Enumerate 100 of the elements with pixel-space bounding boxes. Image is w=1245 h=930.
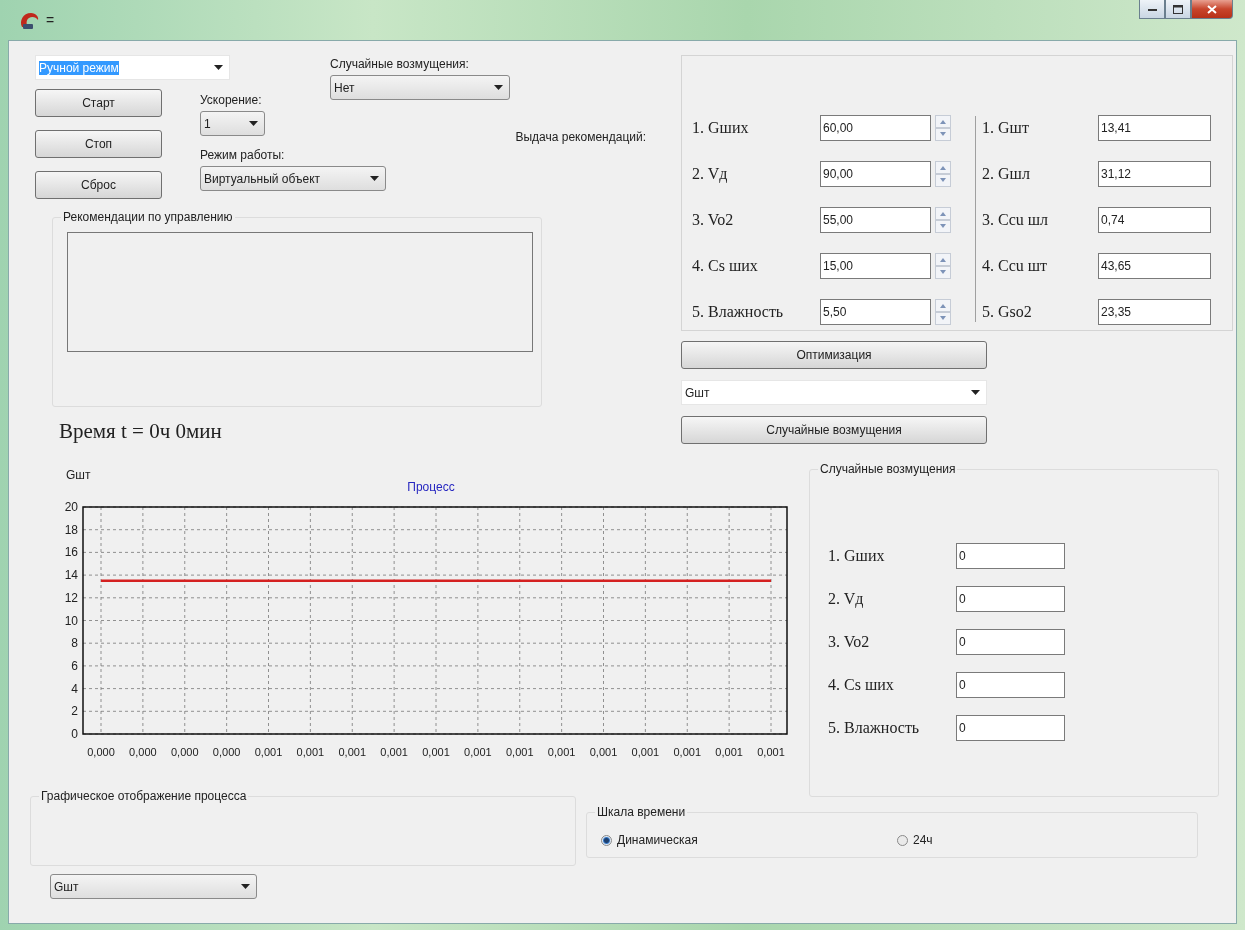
y-tick-label: 16 bbox=[64, 545, 78, 560]
spin-buttons[interactable] bbox=[935, 298, 951, 325]
field-label: 4. Ccu шт bbox=[982, 256, 1049, 275]
radio-label: Динамическая bbox=[617, 833, 698, 847]
dropdown[interactable]: Gшт bbox=[681, 380, 987, 405]
output-field[interactable]: 43,65 bbox=[1098, 252, 1211, 279]
field-label: 5. Влажность bbox=[828, 718, 921, 737]
radio-option[interactable]: 24ч bbox=[897, 833, 1193, 847]
dropdown[interactable]: Виртуальный объект bbox=[200, 166, 386, 191]
y-tick-label: 20 bbox=[64, 500, 78, 514]
field-label: Режим работы: bbox=[200, 148, 286, 162]
dropdown[interactable]: Нет bbox=[330, 75, 510, 100]
x-tick-label: 0,001 bbox=[296, 746, 325, 758]
number-field[interactable]: 0 bbox=[956, 585, 1065, 612]
chart-title: Процесс bbox=[407, 480, 455, 494]
group-title: Графическое отображение процесса bbox=[39, 789, 249, 803]
field-label: 3. Vo2 bbox=[692, 210, 735, 229]
x-tick-label: 0,001 bbox=[631, 746, 660, 758]
number-field[interactable]: 0 bbox=[956, 714, 1065, 741]
output-field[interactable]: 23,35 bbox=[1098, 298, 1211, 325]
y-tick-label: 8 bbox=[71, 636, 78, 651]
y-tick-label: 12 bbox=[64, 590, 78, 605]
toolbar-button[interactable]: Старт bbox=[35, 89, 162, 117]
y-tick-label: 6 bbox=[71, 658, 78, 673]
y-axis-label: Gшт bbox=[66, 468, 91, 482]
field-label: 2. Gшл bbox=[982, 164, 1031, 183]
caret-icon bbox=[214, 65, 223, 70]
number-field[interactable]: 0 bbox=[956, 542, 1065, 569]
field-label: Выдача рекомендаций: bbox=[515, 130, 646, 144]
group-title: Шкала времени bbox=[595, 805, 688, 819]
number-field[interactable]: 90,00 bbox=[820, 160, 931, 187]
x-tick-label: 0,001 bbox=[547, 746, 576, 758]
output-field[interactable]: 31,12 bbox=[1098, 160, 1211, 187]
field-label: Случайные возмущения: bbox=[330, 57, 470, 71]
field-label: 1. Gшт bbox=[982, 118, 1030, 137]
x-tick-label: 0,001 bbox=[338, 746, 366, 758]
field-label: 4. Cs ших bbox=[828, 675, 895, 694]
x-tick-label: 0,001 bbox=[589, 746, 618, 758]
field-label: 2. Vд bbox=[828, 589, 865, 608]
caret-icon bbox=[494, 85, 503, 90]
y-tick-label: 18 bbox=[64, 522, 78, 537]
minimize-icon bbox=[1147, 7, 1157, 11]
x-tick-label: 0,001 bbox=[254, 746, 283, 758]
random-button[interactable]: Случайные возмущения bbox=[681, 416, 987, 444]
y-tick-label: 4 bbox=[71, 681, 78, 696]
field-label: 5. Gso2 bbox=[982, 302, 1033, 321]
optimize-button[interactable]: Оптимизация bbox=[681, 341, 987, 369]
output-field[interactable]: 13,41 bbox=[1098, 114, 1211, 141]
spin-buttons[interactable] bbox=[935, 160, 951, 187]
x-tick-label: 0,000 bbox=[87, 746, 115, 758]
maximize-button[interactable] bbox=[1165, 0, 1191, 19]
field-label: 3. Ccu шл bbox=[982, 210, 1050, 229]
radio-button[interactable] bbox=[897, 834, 908, 846]
caret-icon bbox=[370, 176, 379, 181]
radio-button[interactable] bbox=[601, 834, 612, 846]
number-field[interactable]: 15,00 bbox=[820, 252, 931, 279]
spin-buttons[interactable] bbox=[935, 114, 951, 141]
dropdown[interactable]: 1 bbox=[200, 111, 265, 136]
spin-buttons[interactable] bbox=[935, 252, 951, 279]
field-label: 4. Cs ших bbox=[692, 256, 759, 275]
text-area[interactable] bbox=[67, 232, 533, 352]
y-tick-label: 0 bbox=[71, 727, 78, 741]
field-label: 5. Влажность bbox=[692, 302, 785, 321]
number-field[interactable]: 60,00 bbox=[820, 114, 931, 141]
number-field[interactable]: 0 bbox=[956, 628, 1065, 655]
time-text: Время t = 0ч 0мин bbox=[59, 419, 223, 444]
spin-buttons[interactable] bbox=[935, 206, 951, 233]
caret-icon bbox=[971, 390, 980, 395]
x-tick-label: 0,001 bbox=[422, 746, 450, 758]
field-label: 2. Vд bbox=[692, 164, 729, 183]
maximize-icon bbox=[1173, 4, 1183, 14]
field-label: 3. Vo2 bbox=[828, 632, 871, 651]
x-tick-label: 0,001 bbox=[757, 746, 785, 758]
output-field[interactable]: 0,74 bbox=[1098, 206, 1211, 233]
x-tick-label: 0,000 bbox=[212, 746, 241, 758]
field-label: 1. Gших bbox=[828, 546, 886, 565]
caret-icon bbox=[241, 884, 250, 889]
dropdown[interactable]: Gшт bbox=[50, 874, 257, 899]
y-tick-label: 10 bbox=[64, 613, 78, 628]
group-title: Рекомендации по управлению bbox=[61, 210, 235, 224]
x-tick-label: 0,001 bbox=[464, 746, 492, 758]
number-field[interactable]: 5,50 bbox=[820, 298, 931, 325]
number-field[interactable]: 0 bbox=[956, 671, 1065, 698]
x-tick-label: 0,000 bbox=[171, 746, 199, 758]
x-tick-label: 0,001 bbox=[715, 746, 743, 758]
group-title: Случайные возмущения bbox=[818, 462, 958, 476]
radio-option[interactable]: Динамическая bbox=[601, 833, 897, 847]
radio-label: 24ч bbox=[913, 833, 933, 847]
toolbar-button[interactable]: Стоп bbox=[35, 130, 162, 158]
number-field[interactable]: 55,00 bbox=[820, 206, 931, 233]
toolbar-button[interactable]: Сброс bbox=[35, 171, 162, 199]
field-label: Ускорение: bbox=[200, 93, 263, 107]
field-label: 1. Gших bbox=[692, 118, 750, 137]
y-tick-label: 14 bbox=[64, 568, 78, 583]
minimize-button[interactable] bbox=[1139, 0, 1165, 19]
caret-icon bbox=[249, 121, 258, 126]
x-tick-label: 0,000 bbox=[129, 746, 157, 758]
x-tick-label: 0,001 bbox=[506, 746, 534, 758]
y-tick-label: 2 bbox=[71, 704, 78, 719]
close-button[interactable] bbox=[1191, 0, 1233, 19]
